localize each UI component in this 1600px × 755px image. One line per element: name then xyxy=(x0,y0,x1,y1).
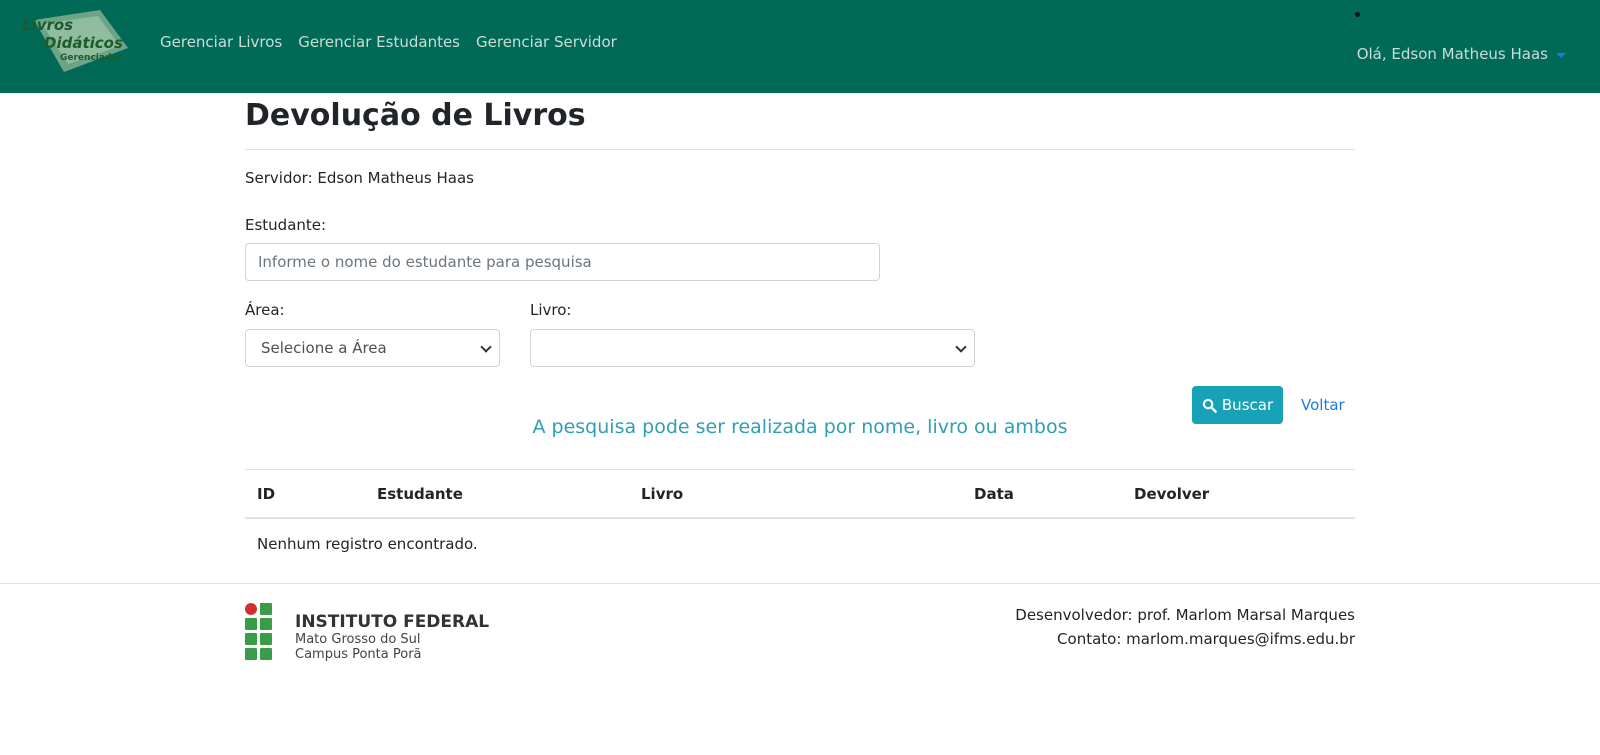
search-icon xyxy=(1202,398,1217,413)
user-greeting: Olá, Edson Matheus Haas xyxy=(1356,45,1548,63)
svg-text:Gerenciador: Gerenciador xyxy=(60,53,123,63)
area-select-value: Selecione a Área xyxy=(261,339,387,357)
page-title: Devolução de Livros xyxy=(245,98,586,133)
area-label: Área: xyxy=(245,301,285,319)
livro-select[interactable] xyxy=(530,329,975,367)
devolucao-table: ID Estudante Livro Data Devolver Nenhum … xyxy=(245,469,1355,569)
table-header: ID Estudante Livro Data Devolver xyxy=(245,469,1355,519)
estudante-label: Estudante: xyxy=(245,216,327,234)
column-header-livro: Livro xyxy=(641,484,684,503)
livro-label: Livro: xyxy=(530,301,572,319)
top-navbar: Livros Didáticos Gerenciador Gerenciar L… xyxy=(0,0,1600,93)
servidor-info: Servidor: Edson Matheus Haas xyxy=(245,169,474,187)
voltar-link[interactable]: Voltar xyxy=(1301,396,1345,414)
contact-email: Contato: marlom.marques@ifms.edu.br xyxy=(1057,630,1355,648)
estudante-search-input[interactable] xyxy=(245,243,880,281)
developer-credit: Desenvolvedor: prof. Marlom Marsal Marqu… xyxy=(1015,606,1355,624)
chevron-down-icon xyxy=(480,341,492,353)
nav-link-gerenciar-estudantes[interactable]: Gerenciar Estudantes xyxy=(298,33,460,51)
svg-text:Didáticos: Didáticos xyxy=(44,34,123,52)
nav-dot-marker xyxy=(1355,12,1360,17)
nav-link-gerenciar-livros[interactable]: Gerenciar Livros xyxy=(160,33,282,51)
chevron-down-icon xyxy=(955,341,967,353)
main-content: Devolução de Livros Servidor: Edson Math… xyxy=(245,93,1355,553)
footer-divider xyxy=(0,583,1600,584)
livros-didaticos-logo[interactable]: Livros Didáticos Gerenciador xyxy=(20,8,130,74)
institution-name: INSTITUTO FEDERAL Mato Grosso do Sul Cam… xyxy=(295,612,489,662)
title-divider xyxy=(245,149,1355,150)
user-menu-dropdown[interactable]: Olá, Edson Matheus Haas xyxy=(1357,45,1566,63)
column-header-estudante: Estudante xyxy=(377,484,463,503)
column-header-devolver: Devolver xyxy=(1134,484,1210,503)
caret-down-icon xyxy=(1556,52,1566,58)
area-select[interactable]: Selecione a Área xyxy=(245,329,500,367)
svg-text:Livros: Livros xyxy=(22,16,73,34)
column-header-id: ID xyxy=(257,484,276,503)
institution-campus: Campus Ponta Porã xyxy=(295,647,422,662)
nav-link-gerenciar-servidor[interactable]: Gerenciar Servidor xyxy=(476,33,617,51)
instituto-federal-logo xyxy=(245,603,272,660)
buscar-button-label: Buscar xyxy=(1221,396,1274,414)
column-header-data: Data xyxy=(974,484,1014,503)
footer-credits: Desenvolvedor: prof. Marlom Marsal Marqu… xyxy=(1015,603,1355,651)
institution-state: Mato Grosso do Sul xyxy=(295,632,421,647)
empty-table-message: Nenhum registro encontrado. xyxy=(257,535,478,553)
institution-title: INSTITUTO FEDERAL xyxy=(295,612,490,632)
search-hint: A pesquisa pode ser realizada por nome, … xyxy=(532,416,1068,438)
